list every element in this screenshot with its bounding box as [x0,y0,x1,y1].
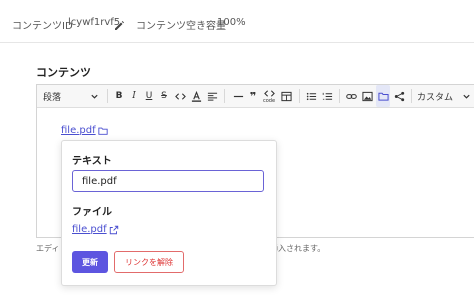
share-icon [394,91,404,101]
blockquote-button[interactable]: ❞ [246,85,260,107]
file-field-label: ファイル [72,207,112,218]
text-field-label: テキスト [72,156,112,167]
table-icon [280,91,292,101]
quote-icon: ❞ [249,89,257,103]
code-icon [174,92,186,100]
underline-button[interactable]: U [142,85,156,107]
custom-select[interactable]: カスタム [417,85,471,107]
link-icon [345,93,357,99]
strikethrough-button[interactable]: S [157,85,171,107]
horizontal-rule-icon [233,95,243,97]
bulleted-list-button[interactable] [304,85,318,107]
share-button[interactable] [392,85,406,107]
file-open-link-text: file.pdf [72,224,107,235]
unlink-button[interactable]: リンクを解除 [114,251,184,273]
external-link-icon [109,225,118,234]
numbered-list-icon [322,92,332,100]
custom-select-value: カスタム [417,92,454,103]
link-edit-popup: テキスト ファイル file.pdf 更新 リンクを解除 [61,140,277,286]
image-icon [361,91,373,101]
content-id-label: コンテンツID [12,21,73,32]
folder-icon [98,127,108,135]
bold-button[interactable]: B [112,85,126,107]
capacity-label: コンテンツ空き容量 [136,21,226,32]
capacity-value: 100% [217,17,246,28]
file-open-link[interactable]: file.pdf [72,224,119,235]
table-button[interactable] [279,85,293,107]
bulleted-list-icon [306,92,316,100]
align-button[interactable] [205,85,219,107]
link-text-input[interactable] [72,170,264,192]
link-button[interactable] [344,85,358,107]
pencil-icon[interactable] [113,16,125,30]
paragraph-select[interactable]: 段落 [43,85,99,107]
text-color-button[interactable] [189,85,203,107]
section-title: コンテンツ [36,66,91,79]
editor-help-text-end: 挿入されます。 [270,244,326,253]
horizontal-rule-button[interactable] [231,85,245,107]
editor-toolbar: 段落 B I U S ❞ code カスタム [37,85,474,108]
text-color-icon [191,90,201,102]
paragraph-select-value: 段落 [43,92,62,103]
numbered-list-button[interactable] [320,85,334,107]
editor-help-text-start: エディ [36,244,60,253]
align-left-icon [207,92,217,101]
chevron-down-icon [91,94,98,99]
update-button[interactable]: 更新 [72,251,108,273]
chevron-down-icon [463,94,470,99]
code-block-button[interactable]: code [262,85,276,107]
italic-button[interactable]: I [127,85,141,107]
content-header: コンテンツID lcywf1rvf5 コンテンツ空き容量 100% [0,0,474,43]
code-inline-button[interactable] [173,85,187,107]
file-link-in-content[interactable]: file.pdf [61,125,108,136]
folder-icon [377,92,389,101]
image-button[interactable] [360,85,374,107]
file-button[interactable] [376,85,390,107]
file-link-text: file.pdf [61,125,96,136]
